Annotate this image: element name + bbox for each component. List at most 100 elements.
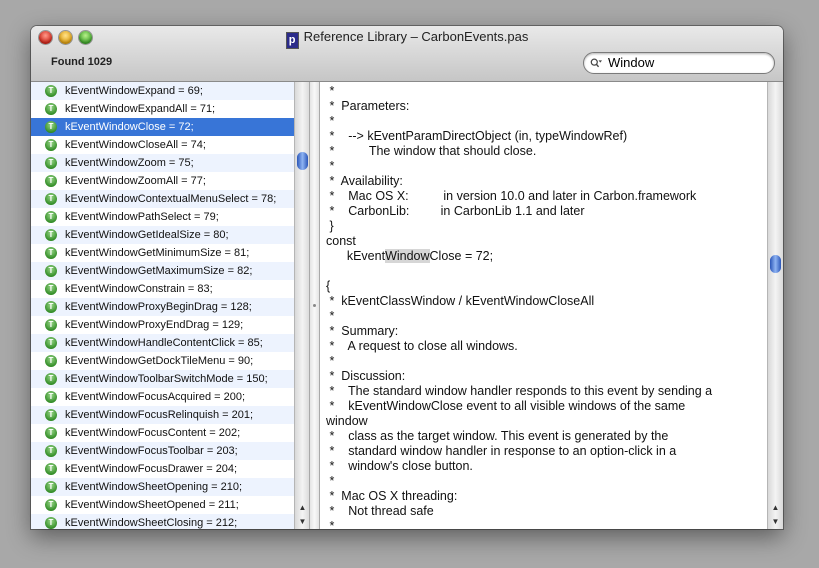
list-item[interactable]: TkEventWindowProxyEndDrag = 129; [31,316,294,334]
list-item-label: kEventWindowSheetOpening = 210; [65,481,243,493]
list-item[interactable]: TkEventWindowGetMinimumSize = 81; [31,244,294,262]
type-badge-icon: T [45,175,57,187]
search-field[interactable]: Window [583,52,775,74]
symbol-list[interactable]: TkEventWindowExpand = 69; TkEventWindowEx… [31,82,294,529]
source-scroll-down-arrow-icon[interactable]: ▼ [768,515,783,529]
type-badge-icon: T [45,391,57,403]
type-badge-icon: T [45,427,57,439]
list-item-label: kEventWindowExpand = 69; [65,85,203,97]
source-scroll-thumb[interactable] [770,255,781,273]
type-badge-icon: T [45,445,57,457]
list-item[interactable]: TkEventWindowGetIdealSize = 80; [31,226,294,244]
search-match-highlight: Window [385,249,430,263]
list-item[interactable]: TkEventWindowSheetOpening = 210; [31,478,294,496]
list-item[interactable]: TkEventWindowFocusRelinquish = 201; [31,406,294,424]
list-item-label: kEventWindowFocusAcquired = 200; [65,391,246,403]
type-badge-icon: T [45,139,57,151]
list-item[interactable]: TkEventWindowExpand = 69; [31,82,294,100]
type-badge-icon: T [45,211,57,223]
list-item-label: kEventWindowGetMinimumSize = 81; [65,247,250,259]
list-item-label: kEventWindowFocusContent = 202; [65,427,241,439]
type-badge-icon: T [45,409,57,421]
type-badge-icon: T [45,103,57,115]
list-item-label: kEventWindowFocusRelinquish = 201; [65,409,254,421]
list-item-label: kEventWindowGetMaximumSize = 82; [65,265,253,277]
title-bar: p Reference Library – CarbonEvents.pas Fo… [31,26,783,82]
type-badge-icon: T [45,85,57,97]
list-item-label: kEventWindowProxyBeginDrag = 128; [65,301,252,313]
list-item-label: kEventWindowSheetOpened = 211; [65,499,239,511]
found-count-label: Found 1029 [51,56,113,68]
pane-splitter[interactable] [309,82,320,529]
scroll-up-arrow-icon[interactable]: ▲ [295,501,310,515]
list-item[interactable]: TkEventWindowFocusDrawer = 204; [31,460,294,478]
list-item[interactable]: TkEventWindowSheetClosing = 212; [31,514,294,529]
list-item[interactable]: TkEventWindowGetDockTileMenu = 90; [31,352,294,370]
source-text-view[interactable]: * * Parameters: * * --> kEventParamDirec… [326,82,767,529]
list-item[interactable]: TkEventWindowContextualMenuSelect = 78; [31,190,294,208]
type-badge-icon: T [45,499,57,511]
list-item-label: kEventWindowExpandAll = 71; [65,103,216,115]
list-item-label: kEventWindowHandleContentClick = 85; [65,337,263,349]
list-item-label: kEventWindowConstrain = 83; [65,283,213,295]
type-badge-icon: T [45,337,57,349]
list-item[interactable]: TkEventWindowConstrain = 83; [31,280,294,298]
type-badge-icon: T [45,373,57,385]
type-badge-icon: T [45,481,57,493]
list-item[interactable]: TkEventWindowExpandAll = 71; [31,100,294,118]
list-item[interactable]: TkEventWindowToolbarSwitchMode = 150; [31,370,294,388]
list-item[interactable]: TkEventWindowProxyBeginDrag = 128; [31,298,294,316]
list-item-label: kEventWindowZoomAll = 77; [65,175,206,187]
type-badge-icon: T [45,157,57,169]
splitter-grip-icon [313,304,316,307]
pascal-document-icon[interactable]: p [285,32,299,49]
list-item-label: kEventWindowClose = 72; [65,121,194,133]
type-badge-icon: T [45,247,57,259]
list-item[interactable]: TkEventWindowFocusToolbar = 203; [31,442,294,460]
source-text-after: Close = 72; { * kEventClassWindow / kEve… [326,249,713,529]
list-item-label: kEventWindowCloseAll = 74; [65,139,206,151]
list-item[interactable]: TkEventWindowCloseAll = 74; [31,136,294,154]
source-text-before: * * Parameters: * * --> kEventParamDirec… [326,84,697,263]
list-item-label: kEventWindowToolbarSwitchMode = 150; [65,373,268,385]
list-item[interactable]: TkEventWindowZoomAll = 77; [31,172,294,190]
list-item-label: kEventWindowProxyEndDrag = 129; [65,319,244,331]
list-item[interactable]: TkEventWindowFocusContent = 202; [31,424,294,442]
magnifier-dropdown-icon[interactable] [590,57,602,69]
list-item-label: kEventWindowGetDockTileMenu = 90; [65,355,254,367]
search-input-value[interactable]: Window [608,53,654,73]
list-item[interactable]: TkEventWindowFocusAcquired = 200; [31,388,294,406]
scroll-down-arrow-icon[interactable]: ▼ [295,515,310,529]
type-badge-icon: T [45,229,57,241]
list-item-label: kEventWindowSheetClosing = 212; [65,517,238,529]
list-item-label: kEventWindowZoom = 75; [65,157,194,169]
window-title: Reference Library – CarbonEvents.pas [303,29,529,44]
type-badge-icon: T [45,301,57,313]
list-item[interactable]: TkEventWindowGetMaximumSize = 82; [31,262,294,280]
list-item-label: kEventWindowFocusToolbar = 203; [65,445,238,457]
list-item[interactable]: TkEventWindowPathSelect = 79; [31,208,294,226]
list-item[interactable]: TkEventWindowHandleContentClick = 85; [31,334,294,352]
list-item-label: kEventWindowContextualMenuSelect = 78; [65,193,277,205]
window-title-area: p Reference Library – CarbonEvents.pas [31,29,783,49]
list-item[interactable]: TkEventWindowSheetOpened = 211; [31,496,294,514]
type-badge-icon: T [45,319,57,331]
reference-library-window: p Reference Library – CarbonEvents.pas Fo… [31,26,783,529]
symbol-list-scrollbar[interactable]: ▲ ▼ [294,82,310,529]
list-item[interactable]: TkEventWindowClose = 72; [31,118,294,136]
source-code: * * Parameters: * * --> kEventParamDirec… [326,82,767,529]
list-item[interactable]: TkEventWindowZoom = 75; [31,154,294,172]
symbol-list-scroll-thumb[interactable] [297,152,308,170]
type-badge-icon: T [45,265,57,277]
type-badge-icon: T [45,193,57,205]
list-item-label: kEventWindowPathSelect = 79; [65,211,219,223]
source-scroll-up-arrow-icon[interactable]: ▲ [768,501,783,515]
source-scrollbar[interactable]: ▲ ▼ [767,82,783,529]
type-badge-icon: T [45,283,57,295]
list-item-label: kEventWindowGetIdealSize = 80; [65,229,229,241]
type-badge-icon: T [45,517,57,529]
type-badge-icon: T [45,463,57,475]
list-item-label: kEventWindowFocusDrawer = 204; [65,463,238,475]
type-badge-icon: T [45,355,57,367]
type-badge-icon: T [45,121,57,133]
